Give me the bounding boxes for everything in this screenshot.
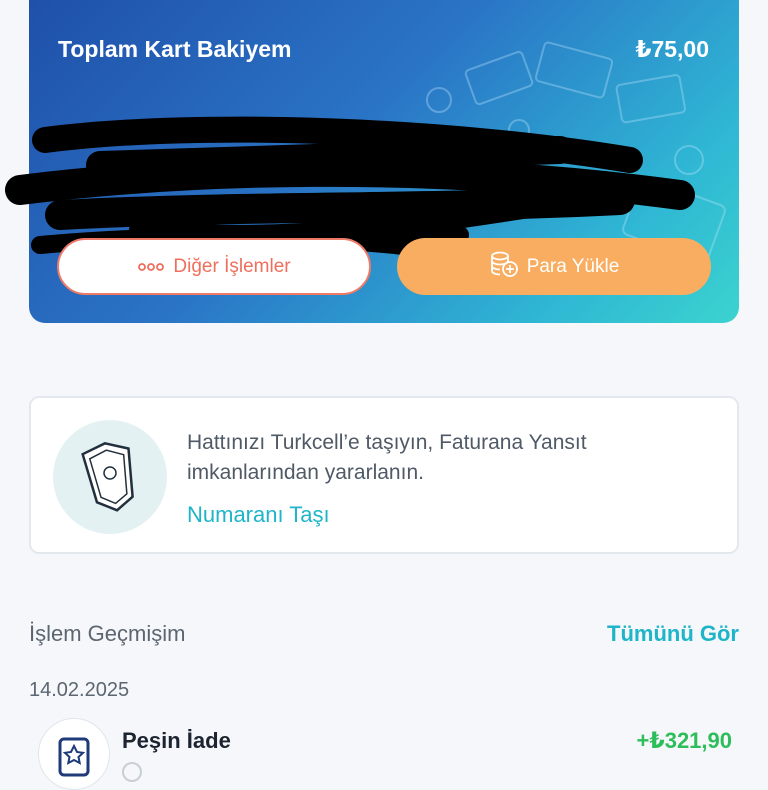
history-title: İşlem Geçmişim [29,621,186,646]
more-dots-icon [137,256,165,278]
move-number-card: Hattınızı Turkcell’e taşıyın, Faturana Y… [29,396,739,554]
history-date: 14.02.2025 [29,679,130,701]
coins-plus-icon [489,250,519,284]
balance-value: ₺75,00 [635,36,709,62]
star-badge-icon [38,718,110,790]
transaction-title[interactable]: Peşin İade [122,728,231,754]
balance-label: Toplam Kart Bakiyem [58,36,292,62]
shield-icon [53,420,167,534]
transaction-status-icon [122,762,142,782]
other-actions-label: Diğer İşlemler [173,255,291,277]
load-money-button[interactable]: Para Yükle [397,238,711,295]
other-actions-button[interactable]: Diğer İşlemler [57,238,371,295]
move-number-text: Hattınızı Turkcell’e taşıyın, Faturana Y… [187,431,587,484]
move-number-link[interactable]: Numaranı Taşı [187,502,330,528]
load-money-label: Para Yükle [526,255,620,277]
see-all-link[interactable]: Tümünü Gör [607,621,739,647]
transaction-amount: +₺321,90 [636,728,732,753]
